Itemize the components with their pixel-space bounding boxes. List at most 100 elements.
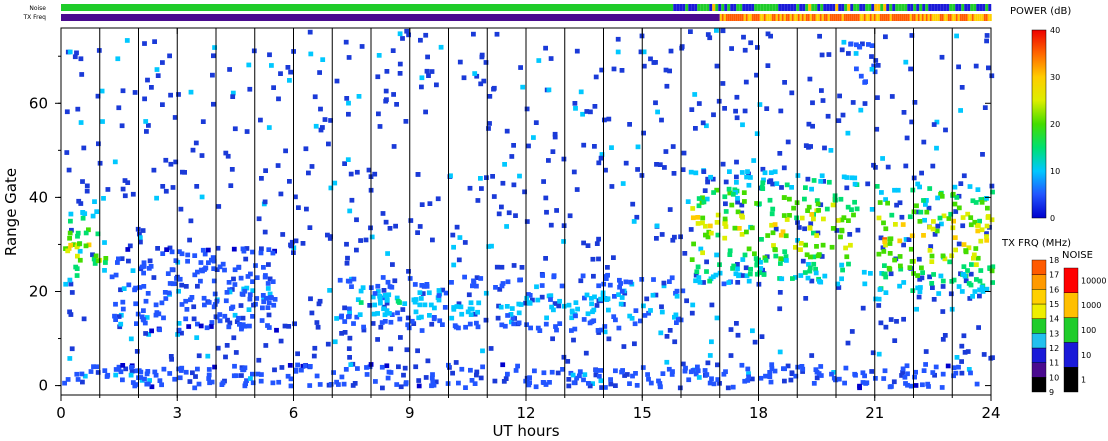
echo-cell	[343, 39, 349, 45]
echo-cell	[438, 44, 444, 50]
echo-cell	[143, 119, 149, 124]
echo-cell	[598, 378, 604, 384]
echo-cell	[80, 379, 85, 385]
echo-cell	[309, 310, 315, 316]
echo-cell	[901, 242, 906, 248]
echo-cell	[67, 356, 73, 361]
echo-cell	[700, 120, 706, 126]
echo-cell	[588, 109, 593, 115]
echo-cell	[609, 184, 615, 189]
echo-cell	[671, 171, 677, 176]
y-axis-label: Range Gate	[2, 168, 20, 256]
echo-cell	[146, 123, 151, 128]
echo-cell	[435, 196, 441, 202]
echo-cell	[427, 201, 433, 206]
echo-cell	[954, 33, 959, 39]
echo-cell	[807, 76, 813, 82]
echo-cell	[415, 230, 420, 235]
echo-cell	[278, 71, 283, 76]
echo-cell	[580, 111, 585, 117]
echo-cell	[984, 38, 989, 44]
echo-cell	[901, 316, 906, 322]
noise-colorbar: 1 10 100 1000 10000	[1063, 267, 1106, 393]
echo-cell	[931, 122, 937, 127]
echo-cell	[919, 170, 924, 176]
echo-cell	[304, 206, 309, 212]
echo-cell	[573, 106, 578, 111]
echo-cell	[916, 294, 922, 300]
echo-cell	[876, 303, 882, 308]
echo-cell	[552, 131, 558, 137]
noise-color-cell	[1063, 317, 1079, 343]
echo-cell	[306, 170, 311, 176]
echo-cell	[120, 88, 126, 94]
echo-cell	[752, 339, 758, 345]
echo-cell	[664, 334, 670, 339]
echo-cell	[358, 238, 363, 243]
echo-cell	[765, 63, 771, 68]
echo-cell	[480, 348, 485, 354]
echo-cell	[504, 224, 509, 229]
echo-cell	[740, 122, 745, 128]
echo-cell	[64, 109, 70, 115]
echo-cell	[982, 105, 988, 110]
echo-cell	[498, 304, 504, 310]
echo-cell	[400, 307, 406, 312]
echo-cell	[648, 56, 653, 62]
echo-cell	[922, 217, 927, 223]
power-tick-label: 0	[1050, 214, 1055, 223]
echo-cell	[858, 107, 864, 113]
echo-cell	[494, 264, 500, 270]
noise-segment	[61, 4, 674, 11]
echo-cell	[578, 89, 584, 95]
echo-cell	[397, 71, 403, 76]
echo-cell	[68, 281, 74, 287]
echo-cell	[105, 187, 111, 192]
echo-cell	[942, 333, 948, 338]
echo-cell	[696, 101, 702, 106]
echo-cell	[266, 312, 272, 318]
echo-cell	[346, 55, 352, 60]
echo-cell	[716, 98, 722, 104]
echo-cell	[729, 46, 734, 51]
echo-cell	[313, 123, 319, 129]
echo-cell	[278, 191, 284, 197]
echo-cell	[223, 150, 229, 156]
echo-cell	[809, 353, 815, 358]
echo-cell	[344, 96, 350, 101]
echo-cell	[163, 157, 169, 163]
echo-cell	[825, 113, 831, 119]
echo-cell	[594, 241, 600, 246]
echo-cell	[862, 101, 868, 106]
echo-cell	[276, 96, 281, 102]
echo-cell	[178, 206, 184, 212]
echo-cell	[503, 376, 509, 381]
freq-colorbar-title: TX FRQ (MHz)	[1001, 238, 1071, 249]
echo-cell	[285, 65, 291, 70]
echo-cell	[593, 74, 599, 80]
echo-cell	[613, 383, 618, 388]
echo-cell	[973, 63, 979, 69]
echo-cell	[635, 167, 640, 172]
echo-cell	[543, 45, 548, 51]
echo-cell	[805, 176, 811, 182]
freq-color-cell	[1031, 318, 1047, 334]
echo-cell	[380, 385, 385, 391]
noise-tick-label: 10	[1081, 351, 1091, 360]
echo-cell	[151, 167, 157, 173]
echo-cell	[391, 144, 397, 149]
echo-cell	[434, 82, 439, 88]
echo-cell	[661, 280, 667, 286]
echo-cell	[155, 73, 161, 78]
echo-cell	[112, 159, 118, 165]
echo-cell	[287, 179, 292, 184]
echo-cell	[79, 72, 85, 77]
echo-cell	[533, 120, 539, 125]
echo-cell	[132, 90, 138, 95]
echo-cell	[179, 282, 185, 288]
echo-cell	[654, 223, 660, 229]
echo-cell	[402, 365, 408, 371]
echo-cell	[348, 171, 354, 177]
echo-cell	[819, 88, 824, 93]
freq-color-cell	[1031, 303, 1047, 319]
